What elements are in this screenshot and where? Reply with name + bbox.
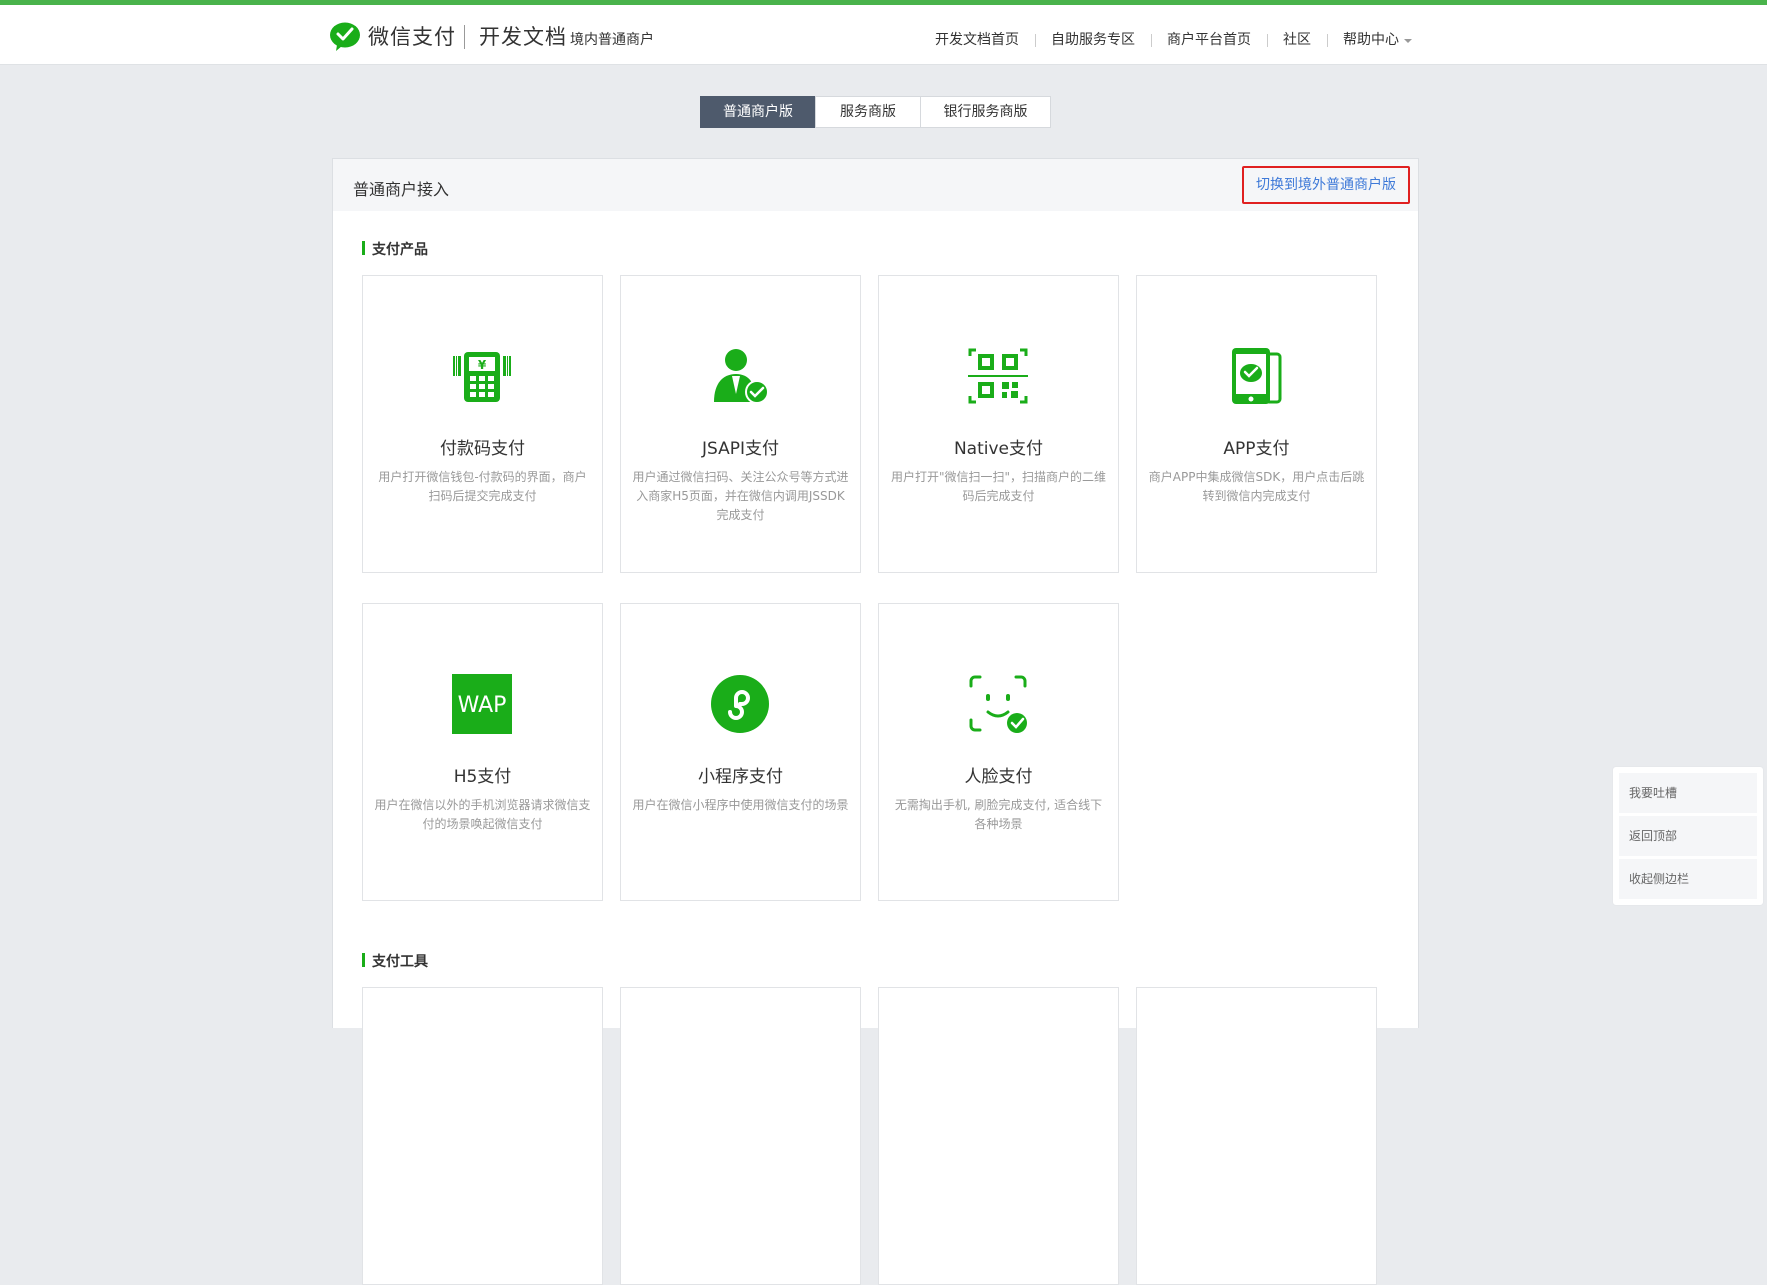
tab-bank-service-provider[interactable]: 银行服务商版 xyxy=(920,96,1051,128)
nav-community[interactable]: 社区 xyxy=(1283,29,1311,49)
product-card-h5[interactable]: WAP H5支付 用户在微信以外的手机浏览器请求微信支付的场景唤起微信支付 xyxy=(362,603,603,901)
product-name: 付款码支付 xyxy=(440,439,525,459)
product-desc: 用户在微信小程序中使用微信支付的场景 xyxy=(632,798,849,812)
product-name: H5支付 xyxy=(453,767,512,787)
chevron-down-icon[interactable] xyxy=(1404,39,1412,43)
panel-title: 普通商户接入 xyxy=(353,180,450,199)
nav-self-service[interactable]: 自助服务专区 xyxy=(1051,29,1135,49)
tab-normal-merchant[interactable]: 普通商户版 xyxy=(700,96,816,128)
section-title-products: 支付产品 xyxy=(362,239,428,259)
nav-merchant-home[interactable]: 商户平台首页 xyxy=(1167,29,1251,49)
wap-icon: WAP xyxy=(452,674,512,734)
top-header: 微信支付 开发文档 境内普通商户 开发文档首页 自助服务专区 商户平台首页 社区… xyxy=(0,5,1767,65)
product-name: APP支付 xyxy=(1223,439,1290,459)
product-desc: 无需掏出手机, 刷脸完成支付, 适合线下各种场景 xyxy=(894,798,1103,831)
feedback-button[interactable]: 我要吐槽 xyxy=(1619,773,1757,813)
nav-divider xyxy=(1267,34,1268,47)
tab-service-provider[interactable]: 服务商版 xyxy=(815,96,921,128)
tool-card[interactable] xyxy=(1136,987,1377,1285)
wap-icon-text: WAP xyxy=(458,693,507,718)
nav-help-center[interactable]: 帮助中心 xyxy=(1343,29,1399,49)
product-card-mini-program[interactable]: 小程序支付 用户在微信小程序中使用微信支付的场景 xyxy=(620,603,861,901)
section-title-tools: 支付工具 xyxy=(362,951,428,971)
product-name: Native支付 xyxy=(953,439,1044,459)
wechat-pay-logo-icon[interactable] xyxy=(329,20,361,52)
nav-divider xyxy=(1327,34,1328,47)
product-name: 人脸支付 xyxy=(964,767,1033,787)
switch-overseas-link[interactable]: 切换到境外普通商户版 xyxy=(1242,166,1410,204)
face-check-icon xyxy=(969,675,1027,733)
nav-divider xyxy=(1151,34,1152,47)
user-check-icon xyxy=(714,349,769,404)
product-card-app[interactable]: APP支付 商户APP中集成微信SDK，用户点击后跳转到微信内完成支付 xyxy=(1136,275,1377,573)
product-card-native[interactable]: Native支付 用户打开"微信扫一扫"，扫描商户的二维码后完成支付 xyxy=(878,275,1119,573)
product-desc: 用户通过微信扫码、关注公众号等方式进入商家H5页面，并在微信内调用JSSDK完成… xyxy=(632,470,849,522)
brand-name[interactable]: 微信支付 xyxy=(368,21,456,51)
svg-text:¥: ¥ xyxy=(478,358,487,372)
tool-card[interactable] xyxy=(878,987,1119,1285)
panel-header: 普通商户接入 切换到境外普通商户版 xyxy=(333,159,1418,211)
brand-divider xyxy=(464,25,465,49)
doc-subtitle: 境内普通商户 xyxy=(570,32,654,48)
tool-card[interactable] xyxy=(620,987,861,1285)
collapse-sidebar-button[interactable]: 收起侧边栏 xyxy=(1619,859,1757,899)
product-name: JSAPI支付 xyxy=(701,439,779,459)
product-desc: 用户打开微信钱包-付款码的界面，商户扫码后提交完成支付 xyxy=(378,470,587,503)
product-desc: 用户打开"微信扫一扫"，扫描商户的二维码后完成支付 xyxy=(890,470,1107,503)
product-name: 小程序支付 xyxy=(698,767,783,787)
pos-terminal-icon: ¥ xyxy=(453,352,511,402)
product-desc: 商户APP中集成微信SDK，用户点击后跳转到微信内完成支付 xyxy=(1148,470,1365,503)
product-card-face-pay[interactable]: 人脸支付 无需掏出手机, 刷脸完成支付, 适合线下各种场景 xyxy=(878,603,1119,901)
doc-title[interactable]: 开发文档 xyxy=(479,21,567,51)
qr-scan-icon xyxy=(968,348,1028,404)
product-desc: 用户在微信以外的手机浏览器请求微信支付的场景唤起微信支付 xyxy=(374,798,591,831)
tool-card[interactable] xyxy=(362,987,603,1285)
nav-dev-doc-home[interactable]: 开发文档首页 xyxy=(935,29,1019,49)
product-card-micropay[interactable]: ¥ 付款码支付 用户打开微信钱包-付款码的界面，商户扫码后提交完成支付 xyxy=(362,275,603,573)
back-to-top-button[interactable]: 返回顶部 xyxy=(1619,816,1757,856)
phone-wechat-icon xyxy=(1232,348,1282,404)
nav-divider xyxy=(1035,34,1036,47)
product-card-jsapi[interactable]: JSAPI支付 用户通过微信扫码、关注公众号等方式进入商家H5页面，并在微信内调… xyxy=(620,275,861,573)
main-panel: 普通商户接入 切换到境外普通商户版 支付产品 ¥ 付款码支付 用户打开微信钱包-… xyxy=(332,158,1419,1285)
mini-program-icon xyxy=(711,675,769,733)
floating-side-menu: 我要吐槽 返回顶部 收起侧边栏 xyxy=(1612,766,1764,906)
